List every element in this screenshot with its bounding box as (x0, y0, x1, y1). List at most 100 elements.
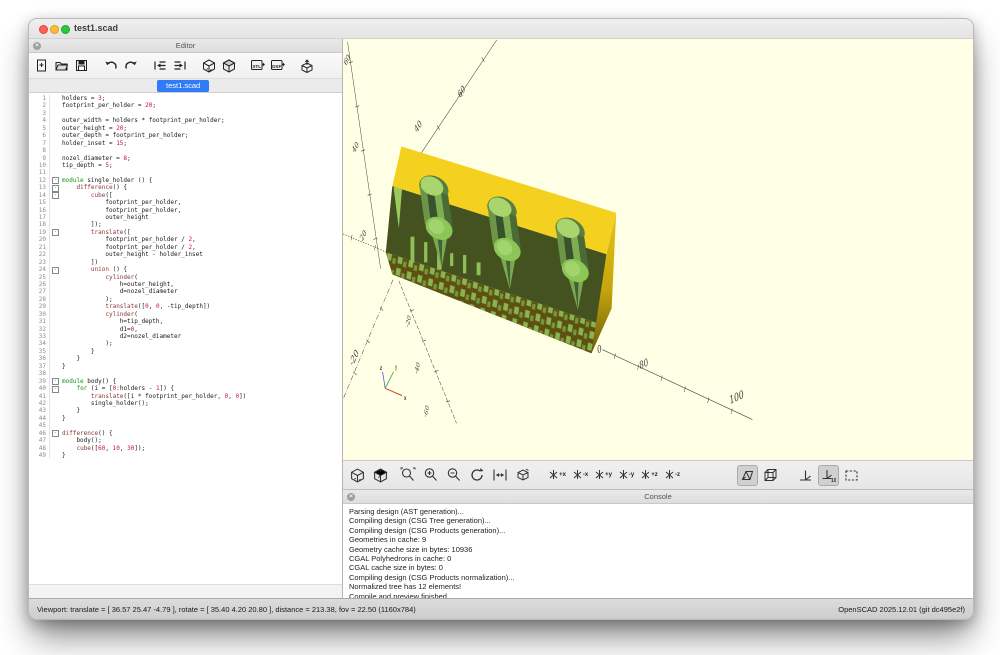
code-line[interactable]: 41 translate([i * footprint_per_holder, … (29, 393, 342, 400)
editor-dock-title: Editor (176, 41, 196, 50)
console-line: Compiling design (CSG Tree generation)..… (349, 516, 967, 525)
code-line[interactable]: 28 ); (29, 296, 342, 303)
view-plus-x-button[interactable]: +x (547, 465, 568, 486)
console-output[interactable]: Parsing design (AST generation)...Compil… (343, 504, 973, 598)
code-line[interactable]: 8 (29, 147, 342, 154)
view-minus-z-button[interactable]: -z (662, 465, 683, 486)
code-line[interactable]: 16 footprint_per_holder, (29, 207, 342, 214)
code-line[interactable]: 15 footprint_per_holder, (29, 199, 342, 206)
code-line[interactable]: 30 cylinder( (29, 311, 342, 318)
code-line[interactable]: 44} (29, 415, 342, 422)
code-line[interactable]: 37} (29, 363, 342, 370)
code-line[interactable]: 21 footprint_per_holder / 2, (29, 244, 342, 251)
code-line[interactable]: 1holders = 3; (29, 95, 342, 102)
minimize-window-button[interactable] (50, 25, 59, 34)
code-line[interactable]: 40- for (i = [0:holders - 1]) { (29, 385, 342, 392)
title-bar[interactable]: test1.scad (29, 19, 973, 39)
open-file-button[interactable] (53, 56, 70, 75)
code-line[interactable]: 34 ); (29, 340, 342, 347)
close-icon[interactable]: ✕ (347, 493, 355, 501)
orthogonal-view-button[interactable] (760, 465, 781, 486)
editor-pane: ✕ Editor STL DXF (29, 39, 343, 598)
code-line[interactable]: 14- cube([ (29, 192, 342, 199)
zoom-all-button[interactable] (397, 465, 418, 486)
redo-button[interactable] (122, 56, 139, 75)
code-line[interactable]: 49} (29, 452, 342, 459)
view-all-button[interactable] (489, 465, 510, 486)
3d-viewport[interactable]: 6040204060080100-20-20-40-60 (343, 39, 973, 460)
3d-canvas: 6040204060080100-20-20-40-60 (343, 39, 973, 460)
show-edges-button[interactable] (841, 465, 862, 486)
show-scale-markers-button[interactable]: 10 (818, 465, 839, 486)
export-dxf-button[interactable]: DXF (269, 56, 286, 75)
svg-text:STL: STL (252, 64, 261, 69)
code-line[interactable]: 17 outer_height (29, 214, 342, 221)
code-line[interactable]: 32 d1=0, (29, 326, 342, 333)
code-line[interactable]: 13- difference() { (29, 184, 342, 191)
close-icon[interactable]: ✕ (33, 42, 41, 50)
code-line[interactable]: 39-module body() { (29, 378, 342, 385)
render-cube-button[interactable] (370, 465, 391, 486)
code-line[interactable]: 26 h=outer_height, (29, 281, 342, 288)
code-line[interactable]: 46-difference() { (29, 430, 342, 437)
code-line[interactable]: 3 (29, 110, 342, 117)
code-line[interactable]: 25 cylinder( (29, 274, 342, 281)
send-to-printer-button[interactable] (298, 56, 315, 75)
code-line[interactable]: 24- union () { (29, 266, 342, 273)
show-axes-button[interactable] (795, 465, 816, 486)
code-line[interactable]: 43 } (29, 407, 342, 414)
code-line[interactable]: 6outer_depth = footprint_per_holder; (29, 132, 342, 139)
reset-view-button[interactable] (466, 465, 487, 486)
indent-button[interactable] (171, 56, 188, 75)
code-line[interactable]: 7holder_inset = 15; (29, 140, 342, 147)
save-button[interactable] (73, 56, 90, 75)
code-line[interactable]: 48 cube([60, 10, 30]); (29, 445, 342, 452)
code-line[interactable]: 12-module single_holder () { (29, 177, 342, 184)
zoom-in-button[interactable] (420, 465, 441, 486)
code-line[interactable]: 11 (29, 169, 342, 176)
code-line[interactable]: 42 single_holder(); (29, 400, 342, 407)
svg-text:x: x (404, 396, 406, 403)
new-file-button[interactable] (33, 56, 50, 75)
code-line[interactable]: 2footprint_per_holder = 20; (29, 102, 342, 109)
maximize-window-button[interactable] (61, 25, 70, 34)
close-window-button[interactable] (39, 25, 48, 34)
code-line[interactable]: 5outer_height = 20; (29, 125, 342, 132)
export-stl-button[interactable]: STL (249, 56, 266, 75)
view-minus-y-button[interactable]: -y (616, 465, 637, 486)
view-center-button[interactable] (512, 465, 533, 486)
code-editor[interactable]: 1holders = 3;2footprint_per_holder = 20;… (29, 93, 342, 584)
code-line[interactable]: 38 (29, 370, 342, 377)
code-line[interactable]: 27 d=nozel_diameter (29, 288, 342, 295)
editor-toolbar: STL DXF (29, 53, 342, 79)
code-line[interactable]: 4outer_width = holders * footprint_per_h… (29, 117, 342, 124)
preview-button[interactable] (200, 56, 217, 75)
code-line[interactable]: 10tip_depth = 5; (29, 162, 342, 169)
code-line[interactable]: 47 body(); (29, 437, 342, 444)
code-line[interactable]: 23 ]) (29, 259, 342, 266)
view-plus-z-button[interactable]: +z (639, 465, 660, 486)
undo-button[interactable] (102, 56, 119, 75)
code-line[interactable]: 33 d2=nozel_diameter (29, 333, 342, 340)
code-line[interactable]: 9nozel_diameter = 8; (29, 155, 342, 162)
view-minus-x-button[interactable]: -x (570, 465, 591, 486)
code-line[interactable]: 22 outer_height - holder_inset (29, 251, 342, 258)
render-button[interactable] (220, 56, 237, 75)
code-line[interactable]: 18 ]); (29, 221, 342, 228)
tab-test1-scad[interactable]: test1.scad (157, 80, 209, 92)
editor-horizontal-scrollbar[interactable] (29, 584, 342, 598)
console-line: Parsing design (AST generation)... (349, 507, 967, 516)
unindent-button[interactable] (151, 56, 168, 75)
right-column: 6040204060080100-20-20-40-60 (343, 39, 973, 598)
view-plus-y-button[interactable]: +y (593, 465, 614, 486)
code-line[interactable]: 19- translate([ (29, 229, 342, 236)
code-line[interactable]: 35 } (29, 348, 342, 355)
code-line[interactable]: 45 (29, 422, 342, 429)
zoom-out-button[interactable] (443, 465, 464, 486)
preview-cube-button[interactable] (347, 465, 368, 486)
code-line[interactable]: 36 } (29, 355, 342, 362)
code-line[interactable]: 31 h=tip_depth, (29, 318, 342, 325)
code-line[interactable]: 20 footprint_per_holder / 2, (29, 236, 342, 243)
code-line[interactable]: 29 translate([0, 0, -tip_depth]) (29, 303, 342, 310)
perspective-view-button[interactable] (737, 465, 758, 486)
